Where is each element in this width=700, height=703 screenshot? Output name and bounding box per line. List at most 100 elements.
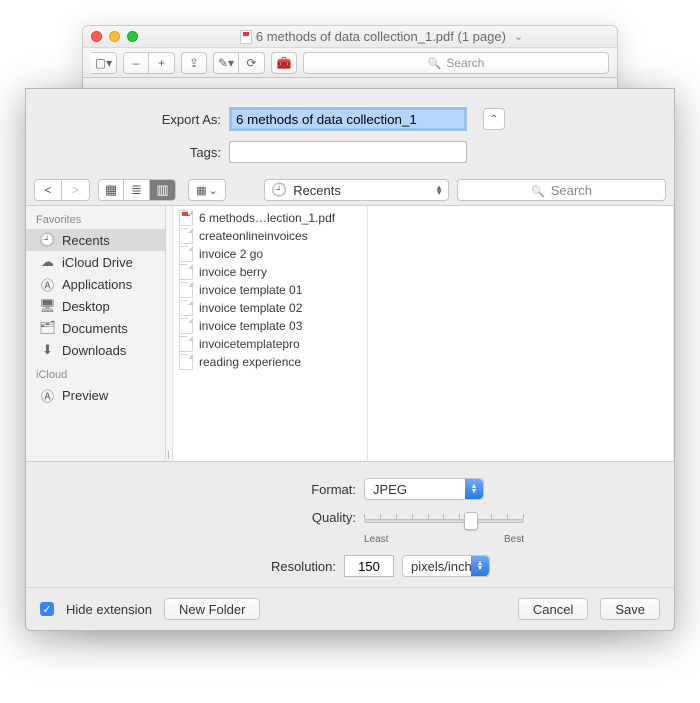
quality-slider-wrap: Least Best [364,510,524,545]
resolution-unit-select[interactable]: pixels/inch ▲▼ [402,555,490,577]
resize-handle-icon[interactable]: || [167,449,168,459]
sidebar-item-downloads[interactable]: ⬇︎Downloads [26,339,165,361]
export-as-label: Export As: [46,112,221,127]
window-traffic-lights[interactable] [91,31,138,42]
share-button[interactable]: ⇪ [181,52,207,74]
sidebar-divider[interactable]: || [166,206,173,461]
sidebar-item-label: Recents [62,233,110,248]
generic-file-icon [179,246,193,262]
save-button[interactable]: Save [600,598,660,620]
clock-icon: 🕘 [40,233,55,248]
sidebar-item-label: Downloads [62,343,126,358]
search-icon [531,183,545,198]
slider-ticks [364,514,524,519]
file-row[interactable]: 6 methods…lection_1.pdf [173,209,367,227]
chevron-down-icon: ⌄ [209,184,218,197]
back-button[interactable]: < [34,179,62,201]
select-stepper-icon: ▲▼ [471,556,489,576]
location-popup[interactable]: 🕘 Recents ▲▼ [264,179,449,201]
location-label: Recents [293,183,341,198]
title-chevron-icon[interactable]: ⌄ [514,30,523,43]
rotate-button[interactable]: ⟳ [239,52,265,74]
nav-back-forward[interactable]: < > [34,179,90,201]
minimize-window-icon[interactable] [109,31,120,42]
dialog-bottom-bar: ✓ Hide extension New Folder Cancel Save [26,587,674,630]
sidebar-view-button[interactable]: ▢▾ [91,52,117,74]
file-row[interactable]: createonlineinvoices [173,227,367,245]
format-select[interactable]: JPEG ▲▼ [364,478,484,500]
sidebar-item-desktop[interactable]: 🖥Desktop [26,295,165,317]
column-view-button[interactable]: ▥ [150,179,176,201]
file-row[interactable]: invoice template 03 [173,317,367,335]
sidebar-item-documents[interactable]: 🗂Documents [26,317,165,339]
generic-file-icon [179,228,193,244]
slider-thumb[interactable] [464,512,478,530]
apps-icon: Ⓐ [40,277,55,292]
sidebar-item-label: iCloud Drive [62,255,133,270]
file-row[interactable]: invoice template 02 [173,299,367,317]
hide-extension-label: Hide extension [66,602,152,617]
highlight-button[interactable]: ✎▾ [213,52,239,74]
sidebar-toggle-segment[interactable]: ▢▾ [91,52,117,74]
forward-button[interactable]: > [62,179,90,201]
file-name-label: invoice 2 go [199,247,263,261]
zoom-out-button[interactable]: – [123,52,149,74]
resolution-label: Resolution: [46,559,336,574]
quality-best-label: Best [504,534,524,545]
file-row[interactable]: invoice berry [173,263,367,281]
file-row[interactable]: invoice template 01 [173,281,367,299]
tags-row: Tags: [46,141,654,163]
search-icon [428,56,442,70]
group-by-button[interactable]: ▦⌄ [188,179,226,201]
sidebar-item-recents[interactable]: 🕘 Recents [26,229,165,251]
hide-extension-checkbox[interactable]: ✓ [40,602,54,616]
cloud-icon: ☁︎ [40,255,55,270]
group-icon: ▦ [196,184,206,197]
tags-input[interactable] [229,141,467,163]
parent-window-title: 6 methods of data collection_1.pdf (1 pa… [154,29,609,44]
resolution-input[interactable] [344,555,394,577]
sidebar-item-icloud-drive[interactable]: ☁︎ iCloud Drive [26,251,165,273]
file-row[interactable]: reading experience [173,353,367,371]
collapse-panel-button[interactable]: ⌃ [483,108,505,130]
file-row[interactable]: invoicetemplatepro [173,335,367,353]
zoom-segment[interactable]: – + [123,52,175,74]
file-row[interactable]: invoice 2 go [173,245,367,263]
columns-browser: Favorites 🕘 Recents ☁︎ iCloud Drive ⒶApplica… [26,205,674,462]
icon-view-button[interactable]: ▦ [98,179,124,201]
tags-label: Tags: [46,145,221,160]
markup-segment[interactable]: ✎▾ ⟳ [213,52,265,74]
view-mode-segment[interactable]: ▦ ≣ ▥ [98,179,176,201]
file-name-label: createonlineinvoices [199,229,308,243]
file-list-column[interactable]: 6 methods…lection_1.pdf createonlineinvoi… [173,206,368,461]
format-row: Format: JPEG ▲▼ [46,478,654,500]
preview-column [368,206,674,461]
browser-search-field[interactable]: Search [457,179,666,201]
new-folder-button[interactable]: New Folder [164,598,260,620]
resolution-unit-value: pixels/inch [411,559,472,574]
zoom-in-button[interactable]: + [149,52,175,74]
quality-row: Quality: Least Best [46,510,654,545]
sidebar-item-applications[interactable]: ⒶApplications [26,273,165,295]
close-window-icon[interactable] [91,31,102,42]
pdf-file-icon [179,210,193,226]
sidebar-item-label: Desktop [62,299,110,314]
export-options: Format: JPEG ▲▼ Quality: Least Best [26,462,674,587]
sidebar-item-preview[interactable]: ⒶPreview [26,384,165,406]
export-save-dialog: Export As: ⌃ Tags: < > ▦ ≣ ▥ ▦⌄ 🕘 Recent… [25,88,675,631]
export-filename-input[interactable] [229,107,467,131]
quality-slider[interactable] [364,510,524,532]
parent-title-label: 6 methods of data collection_1.pdf (1 pa… [256,29,506,44]
markup-toolbar-button[interactable]: 🧰 [271,52,297,74]
zoom-window-icon[interactable] [127,31,138,42]
list-view-button[interactable]: ≣ [124,179,150,201]
generic-file-icon [179,300,193,316]
apps-icon: Ⓐ [40,388,55,403]
preview-search-field[interactable]: Search [303,52,609,74]
pdf-file-icon [240,30,252,44]
cancel-button[interactable]: Cancel [518,598,588,620]
export-as-row: Export As: ⌃ [46,107,654,131]
quality-label: Quality: [46,510,356,525]
file-name-label: reading experience [199,355,301,369]
favorites-header: Favorites [26,212,165,229]
